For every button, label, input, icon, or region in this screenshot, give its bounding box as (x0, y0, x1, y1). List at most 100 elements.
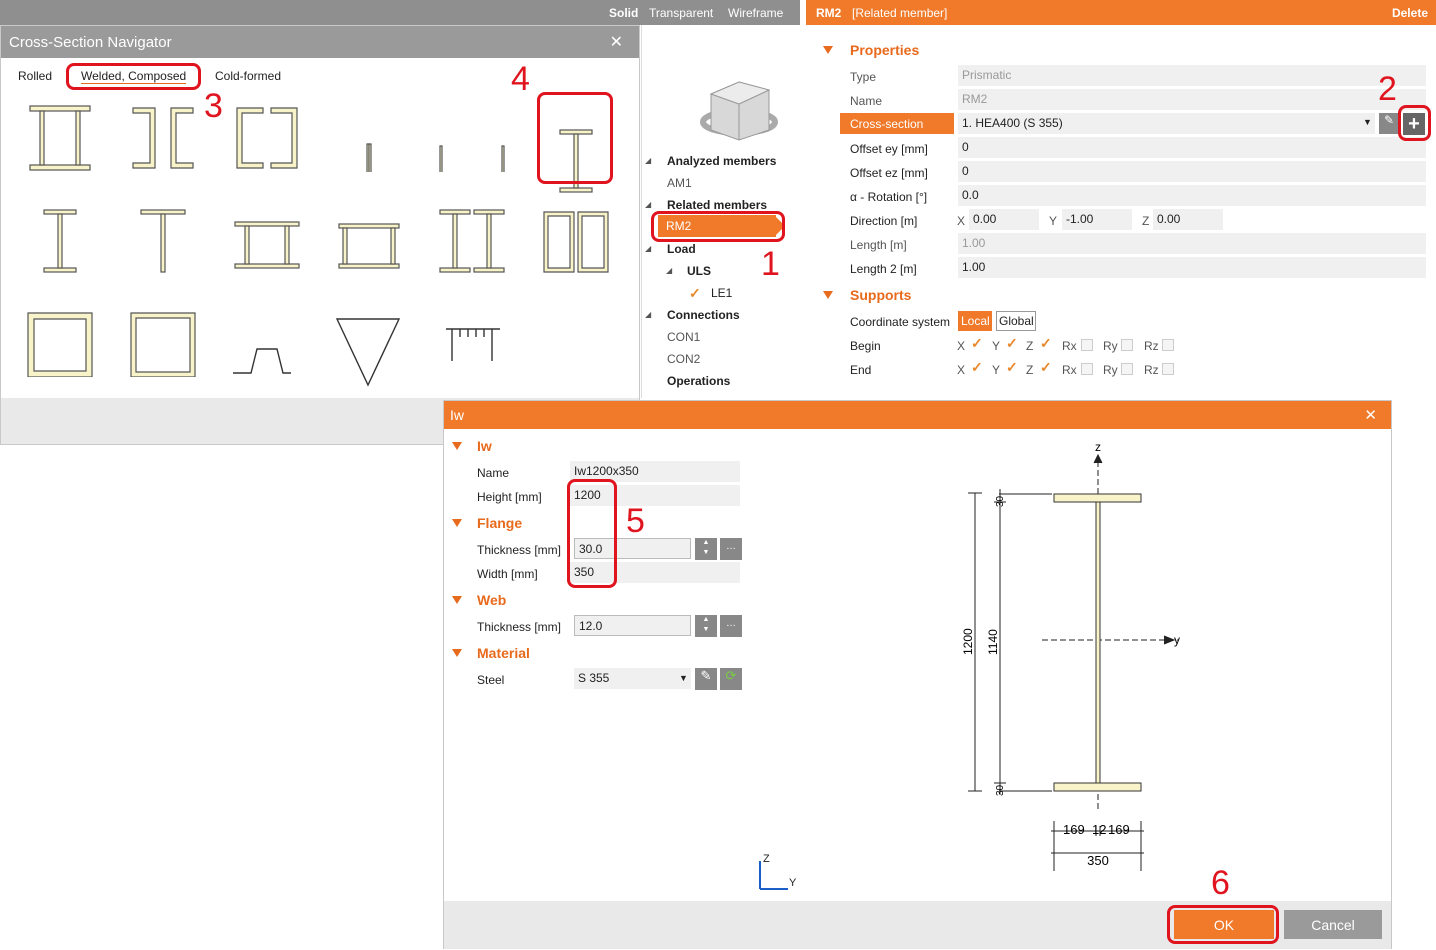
end-rx-label: Rx (1062, 363, 1077, 377)
edit-pencil-icon[interactable]: ✎ (1379, 113, 1399, 134)
view-cube-icon[interactable] (697, 50, 782, 160)
material-library-icon[interactable]: ⟳ (720, 668, 742, 690)
shape-box-channels-icon[interactable] (233, 104, 301, 172)
begin-x-label: X (957, 339, 966, 353)
cancel-button[interactable]: Cancel (1284, 910, 1382, 939)
member-header: RM2 [Related member] Delete (806, 0, 1436, 25)
le1-checkbox[interactable]: ✓ (689, 286, 701, 300)
wireframe-button[interactable]: Wireframe (728, 6, 783, 20)
rotation-field[interactable]: 0.0 (958, 185, 1426, 206)
begin-rz-checkbox[interactable] (1162, 339, 1174, 351)
begin-ry-checkbox[interactable] (1121, 339, 1133, 351)
direction-z-field[interactable]: 0.00 (1153, 209, 1223, 230)
edit-material-icon[interactable]: ✎ (695, 668, 717, 690)
begin-z-label: Z (1026, 339, 1034, 353)
flange-collapse-icon[interactable] (452, 519, 462, 527)
shape-double-angle-icon[interactable] (335, 104, 403, 172)
dim-height: 1200 (961, 628, 975, 655)
offset-ey-field[interactable]: 0 (958, 137, 1426, 158)
shape-tee-icon[interactable] (129, 206, 197, 274)
tab-cold-formed[interactable]: Cold-formed (215, 69, 281, 83)
cross-section-select[interactable]: 1. HEA400 (S 355) (958, 113, 1375, 134)
flange-thickness-label: Thickness [mm] (477, 543, 562, 557)
direction-z-label: Z (1142, 214, 1150, 228)
begin-z-checkbox[interactable]: ✓ (1040, 336, 1052, 350)
flange-thickness-stepper[interactable]: ▲ ▼ (695, 538, 717, 560)
flange-width-label: Width [mm] (477, 567, 538, 581)
coord-local-button[interactable]: Local (958, 311, 992, 331)
member-name: RM2 (816, 6, 842, 20)
shape-box-channel-pair-icon[interactable] (129, 309, 197, 377)
end-rz-checkbox[interactable] (1162, 363, 1174, 375)
coord-global-button[interactable]: Global (996, 311, 1036, 331)
end-rx-checkbox[interactable] (1081, 363, 1093, 375)
shape-twin-i-icon[interactable] (438, 206, 506, 274)
flange-heading: Flange (477, 515, 523, 531)
shape-grate-icon[interactable] (438, 309, 506, 377)
properties-collapse-icon[interactable] (823, 46, 833, 54)
begin-y-checkbox[interactable]: ✓ (1006, 336, 1018, 350)
end-z-checkbox[interactable]: ✓ (1040, 360, 1052, 374)
iw-heading: Iw (477, 438, 492, 454)
web-heading: Web (477, 592, 507, 608)
tree-item-am1[interactable]: AM1 (667, 176, 692, 190)
shape-double-channel-icon[interactable] (129, 104, 197, 172)
shape-mono-i-icon[interactable] (26, 206, 94, 274)
cross-section-row-highlight: Cross-section (840, 113, 954, 134)
dlg-name-label: Name (477, 466, 510, 480)
tree-item-con1[interactable]: CON1 (667, 330, 700, 344)
dialog-title: Iw (450, 407, 464, 423)
name-field: RM2 (958, 89, 1426, 110)
shape-double-i-icon[interactable] (26, 104, 94, 172)
close-icon[interactable]: ✕ (610, 32, 623, 52)
tree-connections[interactable]: Connections (667, 308, 740, 322)
tree-load[interactable]: Load (667, 242, 696, 256)
length2-field[interactable]: 1.00 (958, 257, 1426, 278)
shape-rhs-pair-icon[interactable] (542, 206, 610, 274)
highlight-welded-tab (66, 63, 201, 90)
end-x-checkbox[interactable]: ✓ (971, 360, 983, 374)
end-ry-checkbox[interactable] (1121, 363, 1133, 375)
length-label: Length [m] (850, 238, 907, 252)
tree-operations[interactable]: Operations (667, 374, 730, 388)
highlight-dimensions (567, 479, 617, 588)
tree-item-con2[interactable]: CON2 (667, 352, 700, 366)
begin-x-checkbox[interactable]: ✓ (971, 336, 983, 350)
shape-box-welded-icon[interactable] (335, 206, 403, 274)
shape-angles-apart-icon[interactable] (438, 104, 506, 172)
tab-rolled[interactable]: Rolled (18, 69, 52, 83)
chevron-down-icon[interactable]: ▼ (679, 673, 688, 683)
tree-related-members[interactable]: Related members (667, 198, 767, 212)
shape-trapezoid-icon[interactable] (233, 309, 301, 377)
begin-rx-checkbox[interactable] (1081, 339, 1093, 351)
step-4-label: 4 (511, 60, 530, 98)
begin-rx-label: Rx (1062, 339, 1077, 353)
supports-collapse-icon[interactable] (823, 291, 833, 299)
shape-box-flanges-icon[interactable] (233, 206, 301, 274)
web-collapse-icon[interactable] (452, 596, 462, 604)
shape-v-trough-icon[interactable] (335, 309, 403, 389)
web-thickness-stepper[interactable]: ▲ ▼ (695, 615, 717, 637)
material-collapse-icon[interactable] (452, 649, 462, 657)
end-y-label: Y (992, 363, 1001, 377)
steel-select[interactable]: S 355 (574, 668, 691, 689)
solid-button[interactable]: Solid (609, 6, 638, 20)
transparent-button[interactable]: Transparent (649, 6, 713, 20)
flange-thickness-more-icon[interactable]: … (720, 538, 742, 560)
iw-collapse-icon[interactable] (452, 442, 462, 450)
cross-section-label: Cross-section (850, 117, 924, 131)
direction-x-field[interactable]: 0.00 (969, 209, 1039, 230)
web-thickness-more-icon[interactable]: … (720, 615, 742, 637)
shape-box-plates-icon[interactable] (26, 309, 94, 377)
delete-button[interactable]: Delete (1392, 6, 1428, 20)
chevron-down-icon[interactable]: ▼ (1363, 117, 1372, 127)
tree-uls[interactable]: ULS (687, 264, 711, 278)
web-thickness-field[interactable]: 12.0 (574, 615, 691, 636)
offset-ez-field[interactable]: 0 (958, 161, 1426, 182)
close-icon[interactable]: ✕ (1364, 406, 1377, 424)
direction-y-field[interactable]: -1.00 (1062, 209, 1132, 230)
tree-analyzed-members[interactable]: Analyzed members (667, 154, 776, 168)
step-6-label: 6 (1211, 864, 1230, 902)
end-y-checkbox[interactable]: ✓ (1006, 360, 1018, 374)
tree-item-le1[interactable]: LE1 (711, 286, 732, 300)
